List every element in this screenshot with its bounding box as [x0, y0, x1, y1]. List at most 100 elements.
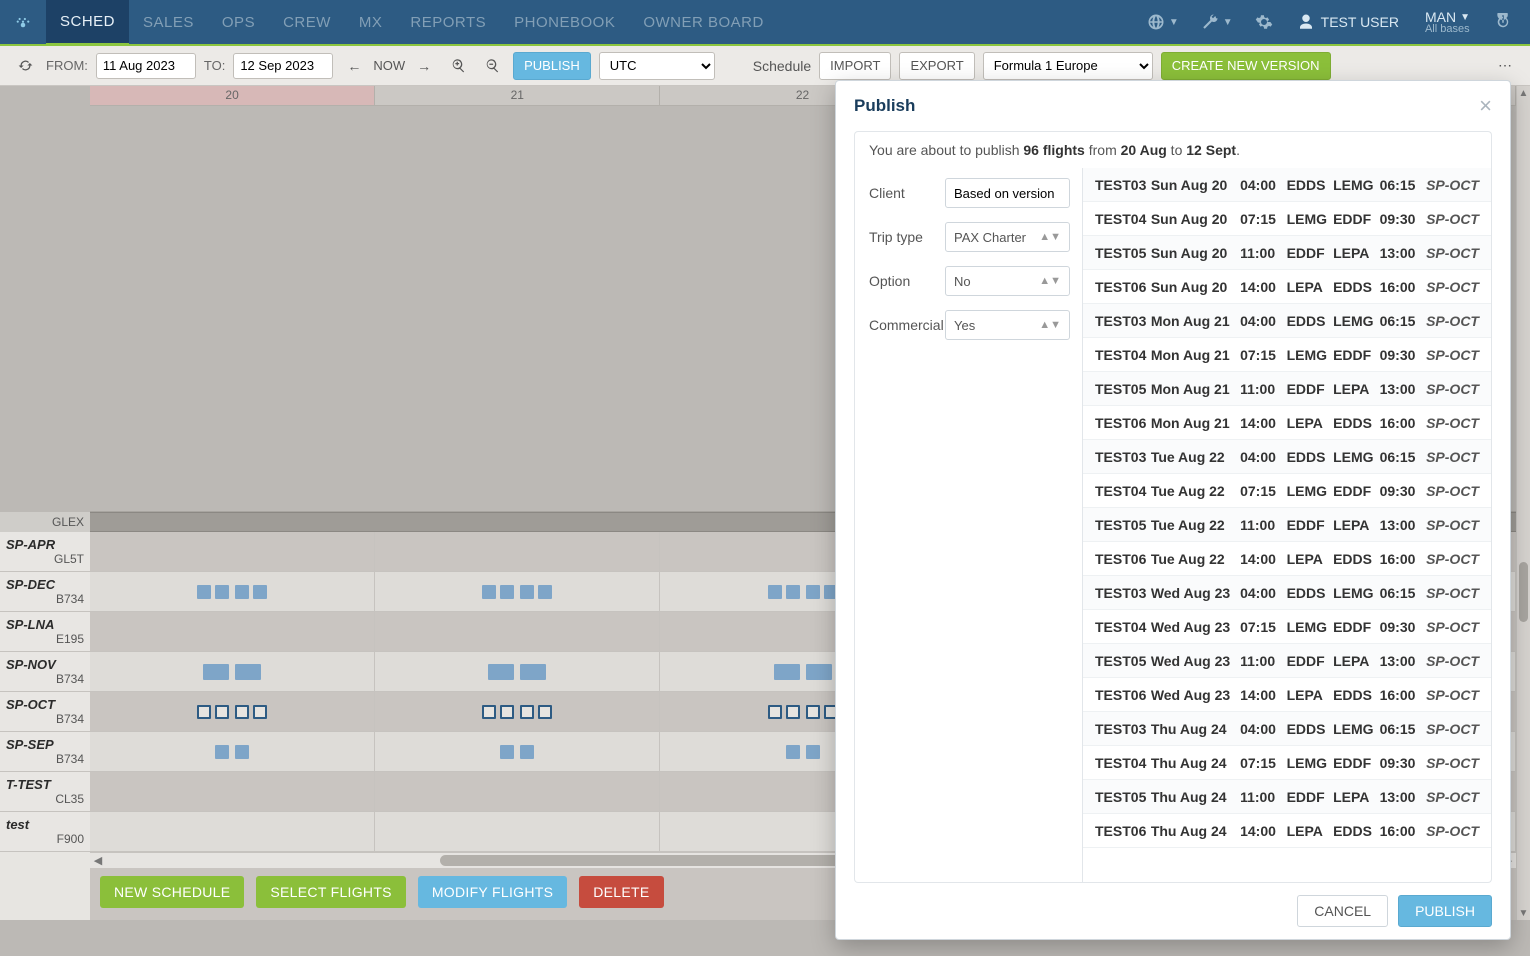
- flight-row[interactable]: TEST05Mon Aug 2111:00EDDFLEPA13:00SP-OCT: [1083, 372, 1491, 406]
- globe-icon[interactable]: ▼: [1139, 7, 1187, 37]
- nav-tab-ops[interactable]: OPS: [208, 0, 269, 44]
- publish-button[interactable]: PUBLISH: [513, 52, 591, 80]
- client-input[interactable]: [945, 178, 1070, 208]
- schedule-cell[interactable]: [375, 732, 660, 771]
- flight-row[interactable]: TEST04Mon Aug 2107:15LEMGEDDF09:30SP-OCT: [1083, 338, 1491, 372]
- flight-row[interactable]: TEST04Wed Aug 2307:15LEMGEDDF09:30SP-OCT: [1083, 610, 1491, 644]
- trip-type-label: Trip type: [869, 229, 945, 245]
- refresh-icon[interactable]: [12, 53, 38, 79]
- schedule-cell[interactable]: [90, 772, 375, 811]
- schedule-label: Schedule: [753, 58, 811, 74]
- flight-row[interactable]: TEST06Sun Aug 2014:00LEPAEDDS16:00SP-OCT: [1083, 270, 1491, 304]
- logo-icon[interactable]: [0, 0, 46, 44]
- flight-row[interactable]: TEST04Sun Aug 2007:15LEMGEDDF09:30SP-OCT: [1083, 202, 1491, 236]
- nav-tab-reports[interactable]: REPORTS: [396, 0, 500, 44]
- settings-icon[interactable]: [1247, 7, 1281, 37]
- aircraft-column: GLEX SP-APRGL5TSP-DECB734SP-LNAE195SP-NO…: [0, 86, 90, 920]
- wrench-icon[interactable]: ▼: [1193, 7, 1241, 37]
- day-column-header: 20: [90, 86, 375, 105]
- select-flights-button[interactable]: SELECT FLIGHTS: [256, 876, 405, 908]
- export-button[interactable]: EXPORT: [899, 52, 974, 80]
- schedule-cell[interactable]: [90, 652, 375, 691]
- modal-title: Publish: [854, 96, 915, 116]
- create-version-button[interactable]: CREATE NEW VERSION: [1161, 52, 1331, 80]
- to-label: TO:: [204, 58, 225, 73]
- more-menu-icon[interactable]: ⋯: [1492, 53, 1518, 79]
- schedule-cell[interactable]: [90, 812, 375, 851]
- aircraft-row-header[interactable]: SP-NOVB734: [0, 652, 90, 692]
- flight-row[interactable]: TEST05Wed Aug 2311:00EDDFLEPA13:00SP-OCT: [1083, 644, 1491, 678]
- schedule-cell[interactable]: [90, 612, 375, 651]
- zoom-out-icon[interactable]: [479, 53, 505, 79]
- import-button[interactable]: IMPORT: [819, 52, 891, 80]
- publish-form: Client Trip type PAX Charter▲▼ Option No…: [855, 168, 1083, 882]
- to-date-input[interactable]: [233, 53, 333, 79]
- schedule-cell[interactable]: [375, 812, 660, 851]
- aircraft-row-header[interactable]: T-TESTCL35: [0, 772, 90, 812]
- flight-row[interactable]: TEST05Tue Aug 2211:00EDDFLEPA13:00SP-OCT: [1083, 508, 1491, 542]
- version-select[interactable]: Formula 1 Europe: [983, 52, 1153, 80]
- nav-tab-mx[interactable]: MX: [345, 0, 397, 44]
- flight-row[interactable]: TEST03Wed Aug 2304:00EDDSLEMG06:15SP-OCT: [1083, 576, 1491, 610]
- schedule-cell[interactable]: [375, 532, 660, 571]
- now-button[interactable]: NOW: [369, 58, 409, 73]
- schedule-cell[interactable]: [375, 692, 660, 731]
- main-nav: SCHEDSALESOPSCREWMXREPORTSPHONEBOOKOWNER…: [0, 0, 1530, 46]
- flight-row[interactable]: TEST03Thu Aug 2404:00EDDSLEMG06:15SP-OCT: [1083, 712, 1491, 746]
- nav-tab-sched[interactable]: SCHED: [46, 0, 129, 46]
- flight-row[interactable]: TEST05Sun Aug 2011:00EDDFLEPA13:00SP-OCT: [1083, 236, 1491, 270]
- timezone-select[interactable]: UTC: [599, 52, 715, 80]
- zoom-in-icon[interactable]: [445, 53, 471, 79]
- close-icon[interactable]: ×: [1479, 93, 1492, 119]
- prev-arrow-icon[interactable]: ←: [341, 53, 367, 79]
- cancel-button[interactable]: CANCEL: [1297, 895, 1388, 927]
- schedule-cell[interactable]: [375, 772, 660, 811]
- flight-row[interactable]: TEST06Thu Aug 2414:00LEPAEDDS16:00SP-OCT: [1083, 814, 1491, 848]
- flight-row[interactable]: TEST04Thu Aug 2407:15LEMGEDDF09:30SP-OCT: [1083, 746, 1491, 780]
- option-label: Option: [869, 273, 945, 289]
- flight-row[interactable]: TEST03Mon Aug 2104:00EDDSLEMG06:15SP-OCT: [1083, 304, 1491, 338]
- aircraft-row-header[interactable]: SP-APRGL5T: [0, 532, 90, 572]
- user-menu[interactable]: TEST USER: [1287, 13, 1409, 31]
- schedule-cell[interactable]: [375, 572, 660, 611]
- flight-row[interactable]: TEST06Tue Aug 2214:00LEPAEDDS16:00SP-OCT: [1083, 542, 1491, 576]
- schedule-cell[interactable]: [90, 692, 375, 731]
- aircraft-row-header[interactable]: SP-SEPB734: [0, 732, 90, 772]
- nav-tab-owner-board[interactable]: OWNER BOARD: [629, 0, 778, 44]
- option-select[interactable]: No▲▼: [945, 266, 1070, 296]
- aircraft-row-header[interactable]: SP-OCTB734: [0, 692, 90, 732]
- nav-tab-sales[interactable]: SALES: [129, 0, 208, 44]
- commercial-select[interactable]: Yes▲▼: [945, 310, 1070, 340]
- footer-buttons: NEW SCHEDULE SELECT FLIGHTS MODIFY FLIGH…: [100, 876, 664, 908]
- flight-row[interactable]: TEST06Mon Aug 2114:00LEPAEDDS16:00SP-OCT: [1083, 406, 1491, 440]
- nav-tab-phonebook[interactable]: PHONEBOOK: [500, 0, 629, 44]
- modify-flights-button[interactable]: MODIFY FLIGHTS: [418, 876, 567, 908]
- flight-row[interactable]: TEST06Wed Aug 2314:00LEPAEDDS16:00SP-OCT: [1083, 678, 1491, 712]
- power-icon[interactable]: [1486, 7, 1520, 37]
- commercial-label: Commercial: [869, 317, 945, 333]
- aircraft-row-header[interactable]: SP-LNAE195: [0, 612, 90, 652]
- schedule-cell[interactable]: [375, 652, 660, 691]
- modal-publish-button[interactable]: PUBLISH: [1398, 895, 1492, 927]
- aircraft-row-header[interactable]: testF900: [0, 812, 90, 852]
- schedule-cell[interactable]: [90, 532, 375, 571]
- flight-row[interactable]: TEST03Tue Aug 2204:00EDDSLEMG06:15SP-OCT: [1083, 440, 1491, 474]
- schedule-cell[interactable]: [90, 732, 375, 771]
- client-label: Client: [869, 185, 945, 201]
- flight-row[interactable]: TEST03Sun Aug 2004:00EDDSLEMG06:15SP-OCT: [1083, 168, 1491, 202]
- flight-list[interactable]: TEST03Sun Aug 2004:00EDDSLEMG06:15SP-OCT…: [1083, 168, 1491, 882]
- aircraft-type-row: GLEX: [0, 512, 90, 532]
- new-schedule-button[interactable]: NEW SCHEDULE: [100, 876, 244, 908]
- schedule-cell[interactable]: [375, 612, 660, 651]
- trip-type-select[interactable]: PAX Charter▲▼: [945, 222, 1070, 252]
- delete-button[interactable]: DELETE: [579, 876, 663, 908]
- schedule-cell[interactable]: [90, 572, 375, 611]
- base-selector[interactable]: MAN▼ All bases: [1415, 9, 1480, 35]
- next-arrow-icon[interactable]: →: [411, 53, 437, 79]
- flight-row[interactable]: TEST05Thu Aug 2411:00EDDFLEPA13:00SP-OCT: [1083, 780, 1491, 814]
- vertical-scrollbar[interactable]: ▲ ▼: [1516, 86, 1530, 920]
- aircraft-row-header[interactable]: SP-DECB734: [0, 572, 90, 612]
- flight-row[interactable]: TEST04Tue Aug 2207:15LEMGEDDF09:30SP-OCT: [1083, 474, 1491, 508]
- from-date-input[interactable]: [96, 53, 196, 79]
- nav-tab-crew[interactable]: CREW: [269, 0, 345, 44]
